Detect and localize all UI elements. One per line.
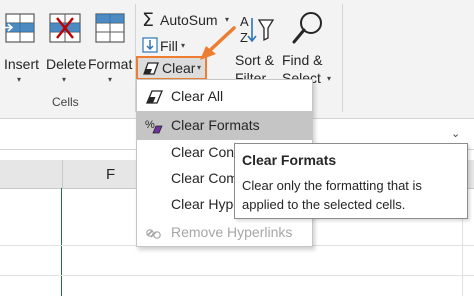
fill-label: Fill [160, 38, 178, 54]
delete-button[interactable]: Delete ▾ [44, 4, 86, 88]
cells-group-label: Cells [52, 95, 79, 109]
menu-item-label: Clear Hype [171, 196, 242, 212]
menu-item-remove-hyperlinks[interactable]: Remove Hyperlinks [137, 218, 312, 247]
chevron-down-icon: ▾ [225, 15, 230, 24]
menu-item-label: Clear Comr [171, 170, 243, 186]
menu-item-clear-formats[interactable]: % Clear Formats [137, 111, 312, 140]
chevron-down-icon: ▾ [181, 41, 186, 50]
eraser-icon [146, 90, 163, 104]
unlink-icon [146, 229, 161, 239]
eraser-icon [143, 62, 159, 75]
fill-down-icon [142, 37, 158, 53]
sigma-icon: Σ [142, 9, 155, 31]
chevron-down-icon: ▾ [17, 75, 22, 84]
insert-label: Insert [4, 56, 40, 72]
sort-az-icon: A Z [240, 14, 275, 45]
column-header-f[interactable]: F [106, 166, 115, 183]
insert-button[interactable]: Insert ▾ [0, 4, 40, 88]
insert-cells-icon [2, 13, 35, 43]
selected-range-border [0, 188, 62, 296]
format-label: Format [88, 56, 133, 72]
column-header-divider [62, 160, 63, 188]
sort-filter-button[interactable]: A Z Sort & Filter [232, 8, 280, 88]
chevron-down-icon: ▾ [62, 75, 67, 84]
svg-text:%: % [145, 119, 155, 131]
tooltip-body: Clear only the formatting that is applie… [242, 178, 422, 212]
tooltip-title: Clear Formats [242, 152, 337, 168]
percent-eraser-icon: % [145, 119, 163, 134]
svg-text:Z: Z [240, 30, 248, 45]
fill-button[interactable]: Fill ▾ [140, 35, 190, 57]
format-cells-icon [95, 13, 125, 43]
format-button[interactable]: Format ▾ [88, 4, 132, 88]
grid-line [0, 275, 474, 276]
group-divider [342, 4, 343, 112]
find-select-label-1: Find & [282, 52, 323, 68]
clear-formats-tooltip: Clear Formats Clear only the formatting … [234, 143, 468, 219]
svg-text:A: A [240, 14, 249, 29]
chevron-down-icon: ▾ [197, 63, 202, 72]
chevron-down-icon: ▾ [108, 75, 113, 84]
clear-label: Clear [162, 60, 196, 76]
menu-item-label: Remove Hyperlinks [171, 224, 293, 240]
sort-filter-label-1: Sort & [235, 52, 274, 68]
find-select-button[interactable]: Find & Select ▾ [280, 8, 334, 88]
delete-label: Delete [46, 56, 87, 72]
menu-item-label: Clear All [171, 88, 224, 104]
formula-bar-expand-icon[interactable]: ⌄ [451, 127, 460, 140]
menu-item-label: Clear Formats [171, 117, 260, 133]
magnifier-icon [292, 12, 322, 44]
menu-item-clear-all[interactable]: Clear All [137, 82, 312, 111]
delete-cells-icon [49, 13, 81, 43]
chevron-down-icon: ▾ [327, 74, 332, 83]
